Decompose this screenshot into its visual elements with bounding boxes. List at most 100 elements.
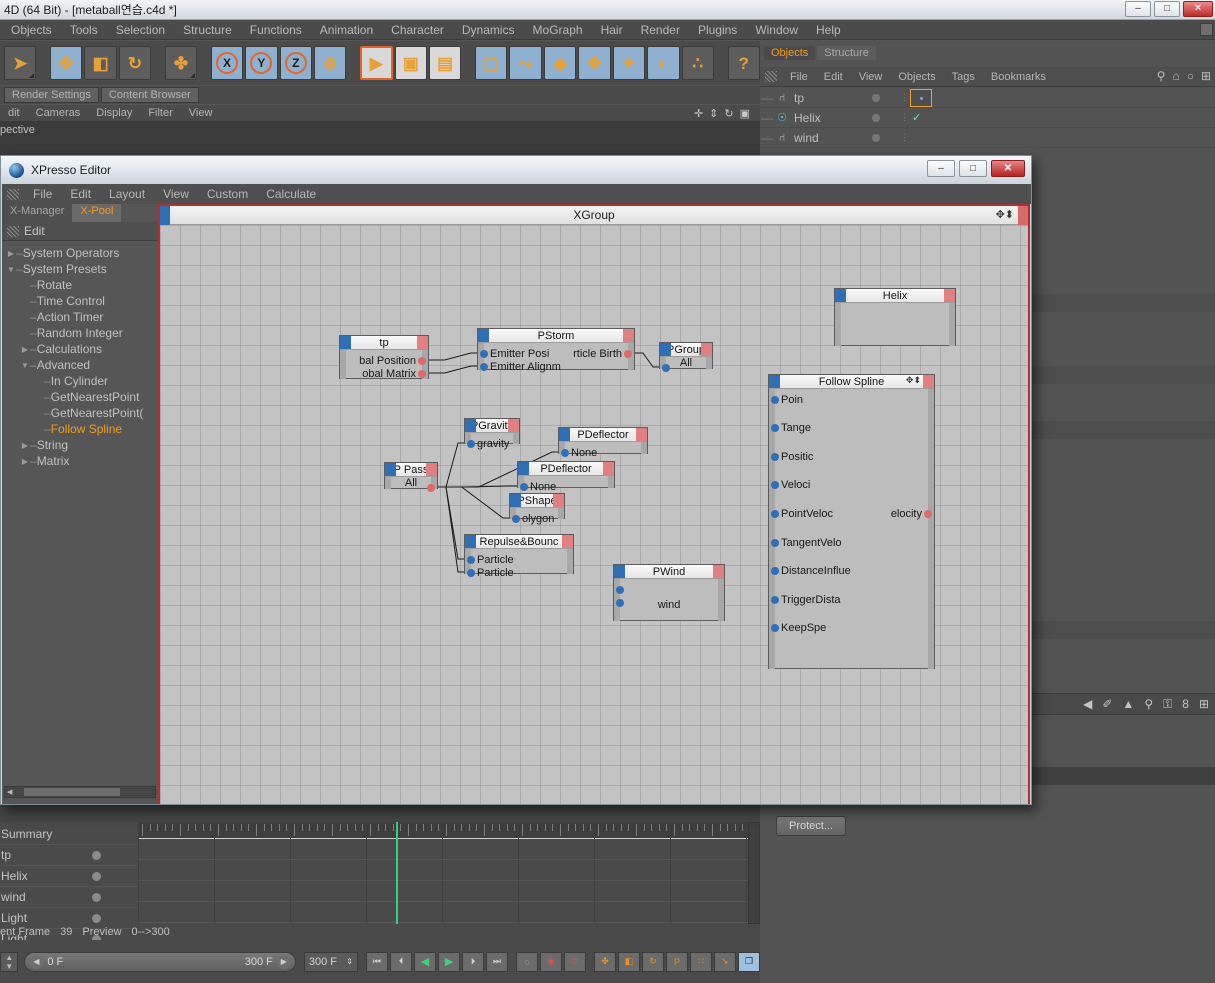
connection-wire-7[interactable]: [434, 486, 468, 560]
xpool-grip-icon[interactable]: [7, 225, 19, 237]
menu-item-functions[interactable]: Functions: [241, 20, 311, 40]
object-row-tp[interactable]: — ⑁ tp ⋮: [760, 88, 1215, 108]
viewport-nav-icons[interactable]: ✛ ⇕ ↻ ▣: [694, 107, 750, 120]
node-input-port[interactable]: TangentVelo: [769, 536, 934, 549]
node-input-port[interactable]: Veloci: [769, 479, 934, 492]
graph-node-followspline[interactable]: Follow Spline ✥⬍ Poin Tange Positic Veloci Poi…: [768, 374, 935, 669]
add-light-object[interactable]: ◐: [647, 46, 680, 80]
xpool-item-random-integer[interactable]: – Random Integer: [2, 325, 158, 341]
autokey-button[interactable]: ◌: [515, 951, 538, 972]
port-dot-icon[interactable]: [418, 356, 426, 365]
visibility-dots[interactable]: [872, 93, 880, 102]
xpresso-menu-edit[interactable]: Edit: [61, 187, 100, 201]
node-output-port[interactable]: obal Matrix: [340, 367, 428, 380]
go-to-start-button[interactable]: ⏮: [365, 951, 388, 972]
graph-node-helix[interactable]: Helix: [834, 288, 956, 346]
node-input-port-bus[interactable]: [835, 289, 846, 302]
xpool-item-getnearestpoint[interactable]: – GetNearestPoint: [2, 389, 158, 405]
node-output-port-bus[interactable]: [603, 462, 614, 475]
graph-node-repulse[interactable]: Repulse&Bounc Particle Particle: [464, 534, 574, 579]
menu-item-objects[interactable]: Objects: [2, 20, 61, 40]
node-header[interactable]: PGravity: [465, 419, 519, 433]
node-input-port-bus[interactable]: [340, 336, 351, 349]
objects-tab-structure[interactable]: Structure: [817, 46, 876, 60]
xpool-item-calculations[interactable]: ▶ – Calculations: [2, 341, 158, 357]
scale-tool[interactable]: ◧: [84, 46, 117, 80]
play-forward-button[interactable]: ▶: [437, 951, 460, 972]
visibility-dots[interactable]: [872, 113, 880, 122]
objects-menu-edit[interactable]: Edit: [816, 71, 851, 83]
zoom-icon[interactable]: ⇕: [709, 107, 718, 120]
frame-next-icon[interactable]: ▶: [276, 954, 291, 969]
menu-item-render[interactable]: Render: [632, 20, 689, 40]
plus-box-icon[interactable]: ⊞: [1201, 69, 1211, 83]
menu-item-tools[interactable]: Tools: [61, 20, 107, 40]
secondary-tab-0[interactable]: Render Settings: [4, 87, 99, 103]
track-dot[interactable]: [92, 892, 101, 902]
world-object-coordinates[interactable]: ⊕: [314, 46, 347, 80]
node-output-port-bus[interactable]: [553, 494, 564, 507]
xpresso-minimize-button[interactable]: –: [927, 160, 955, 177]
graph-node-pstorm[interactable]: PStorm Emitter Posi Emitter Alignm rticle B…: [477, 328, 635, 373]
node-input-port[interactable]: Emitter Alignm: [478, 360, 634, 373]
add-camera-object[interactable]: ∴: [681, 46, 714, 80]
track-dot[interactable]: [92, 850, 101, 860]
node-output-port-bus[interactable]: [508, 419, 519, 432]
render-region[interactable]: ▣: [394, 46, 427, 80]
objects-menu-bookmarks[interactable]: Bookmarks: [983, 71, 1054, 83]
tree-arrow-icon[interactable]: ▶: [20, 457, 30, 466]
lock-x-axis[interactable]: X: [210, 46, 244, 80]
objects-menu-view[interactable]: View: [851, 71, 891, 83]
node-output-port-bus[interactable]: [923, 375, 934, 388]
object-row-wind[interactable]: — ⑁ wind ⋮: [760, 128, 1215, 148]
connection-wire-0[interactable]: [425, 352, 481, 361]
xpool-item-matrix[interactable]: ▶ – Matrix: [2, 453, 158, 469]
node-header[interactable]: PGroup: [660, 343, 712, 357]
port-dot-icon[interactable]: [624, 349, 632, 358]
node-input-port[interactable]: Poin: [769, 393, 934, 406]
objects-menu-tags[interactable]: Tags: [944, 71, 983, 83]
xpresso-editor-window[interactable]: XPresso Editor – □ ✕ File Edit Layout View C…: [0, 155, 1032, 805]
live-selection-tool[interactable]: ➤: [4, 46, 37, 80]
menu-item-help[interactable]: Help: [807, 20, 850, 40]
port-dot-icon[interactable]: [467, 568, 475, 577]
xpool-item-system-presets[interactable]: ▼ – System Presets: [2, 261, 158, 277]
minimize-button[interactable]: –: [1125, 1, 1151, 17]
render-view[interactable]: ▶: [360, 46, 393, 80]
brush-icon[interactable]: ✐: [1102, 697, 1112, 712]
node-header[interactable]: tp: [340, 336, 428, 350]
link-icon[interactable]: 8: [1182, 697, 1189, 712]
home-icon[interactable]: ⌂: [1172, 69, 1179, 83]
node-output-port-bus[interactable]: [417, 336, 428, 349]
xpool-item-string[interactable]: ▶ – String: [2, 437, 158, 453]
timeline-spinner[interactable]: ▲ ▼: [0, 951, 19, 972]
viewport-menu-cameras[interactable]: Cameras: [28, 107, 89, 119]
port-dot-icon[interactable]: [520, 482, 528, 491]
node-input-port[interactable]: KeepSpe: [769, 622, 934, 635]
node-input-port-bus[interactable]: [769, 375, 780, 388]
move-dup-tool[interactable]: ✤: [164, 46, 198, 80]
xpresso-menu-view[interactable]: View: [154, 187, 198, 201]
timeline-track-0[interactable]: Summary: [0, 824, 138, 845]
menu-item-window[interactable]: Window: [746, 20, 807, 40]
port-dot-icon[interactable]: [771, 595, 779, 604]
close-button[interactable]: ✕: [1183, 1, 1213, 17]
node-header[interactable]: P Pass: [385, 463, 437, 477]
xpresso-maximize-button[interactable]: □: [959, 160, 987, 177]
node-output-port-bus[interactable]: [713, 565, 724, 578]
objects-menu-file[interactable]: File: [782, 71, 816, 83]
port-dot-icon[interactable]: [771, 395, 779, 404]
rotate-icon[interactable]: ↻: [724, 107, 733, 120]
go-to-end-button[interactable]: ⏭: [485, 951, 508, 972]
port-dot-icon[interactable]: [467, 555, 475, 564]
node-handle-icons[interactable]: ✥⬍: [906, 375, 921, 386]
node-input-port[interactable]: Particle: [465, 553, 573, 566]
xpool-item-getnearestpoint-[interactable]: – GetNearestPoint(: [2, 405, 158, 421]
node-input-port-bus[interactable]: [559, 428, 570, 441]
back-arrow-icon[interactable]: ◀: [1083, 697, 1092, 712]
menu-item-character[interactable]: Character: [382, 20, 453, 40]
port-dot-icon[interactable]: [467, 439, 475, 448]
node-input-port-bus[interactable]: [478, 329, 489, 342]
help-button[interactable]: ?: [727, 46, 760, 80]
node-input-port[interactable]: olygon: [510, 512, 564, 525]
